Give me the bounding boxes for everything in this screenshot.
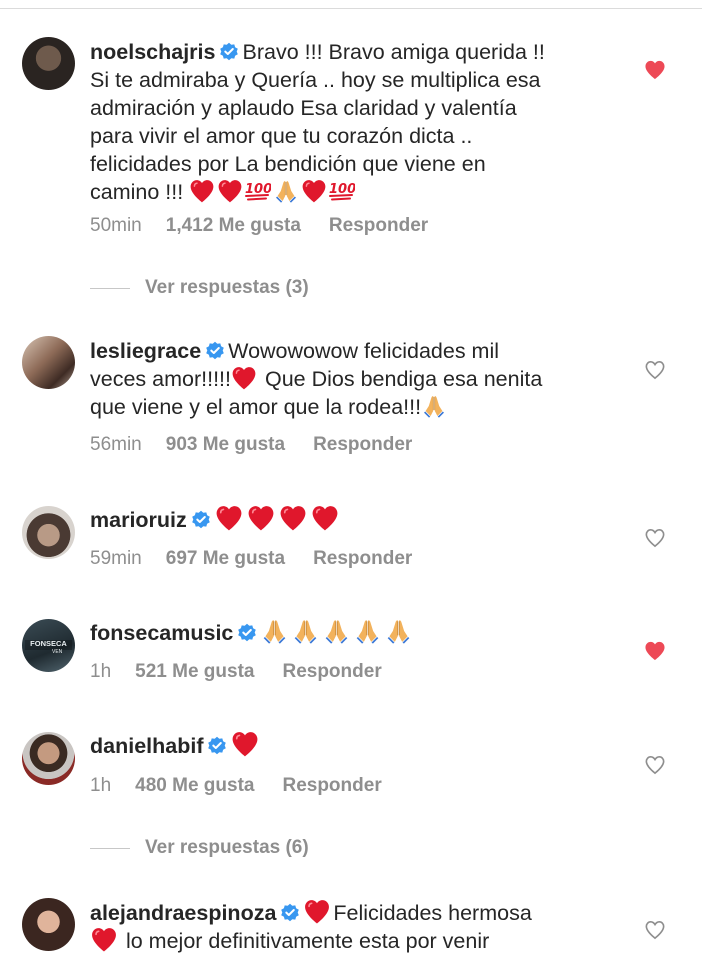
username[interactable]: fonsecamusic bbox=[90, 621, 233, 645]
comment-body: marioruiz bbox=[90, 505, 630, 534]
avatar[interactable] bbox=[22, 898, 75, 951]
avatar-logo: FONSECAVEN bbox=[25, 639, 72, 655]
red-heart-icon bbox=[217, 179, 243, 203]
comment-text: Si te admiraba y Quería .. hoy se multip… bbox=[90, 68, 541, 92]
hundred-points-icon bbox=[329, 179, 355, 203]
like-heart-icon[interactable] bbox=[644, 60, 666, 80]
avatar[interactable]: FONSECA VEN bbox=[22, 619, 75, 672]
username[interactable]: alejandraespinoza bbox=[90, 901, 276, 925]
timestamp: 1h bbox=[90, 661, 112, 682]
like-heart-outline-icon[interactable] bbox=[644, 920, 666, 940]
folded-hands-icon bbox=[384, 618, 413, 644]
verified-badge-icon bbox=[219, 42, 239, 62]
svg-text:FONSECA: FONSECA bbox=[30, 639, 67, 648]
red-heart-icon bbox=[310, 505, 340, 531]
timestamp: 50min bbox=[90, 215, 142, 236]
avatar[interactable] bbox=[22, 37, 75, 90]
folded-hands-icon bbox=[273, 179, 299, 203]
likes-count[interactable]: 521 Me gusta bbox=[135, 661, 254, 682]
comment-body: noelschajris Bravo !!! Bravo amiga querid… bbox=[90, 38, 630, 206]
comment-text: para vivir el amor que tu corazón dicta … bbox=[90, 124, 473, 148]
likes-count[interactable]: 480 Me gusta bbox=[135, 775, 254, 796]
comment-meta: 56min 903 Me gusta Responder bbox=[90, 434, 412, 456]
comment-body: fonsecamusic bbox=[90, 618, 630, 647]
folded-hands-icon bbox=[291, 618, 320, 644]
comment-body: alejandraespinoza Felicidades hermosa lo … bbox=[90, 899, 630, 955]
folded-hands-icon bbox=[353, 618, 382, 644]
username[interactable]: danielhabif bbox=[90, 734, 203, 758]
comment-text: lo mejor definitivamente esta por venir bbox=[120, 929, 490, 953]
view-replies-button[interactable]: Ver respuestas (6) bbox=[90, 837, 309, 859]
like-heart-outline-icon[interactable] bbox=[644, 755, 666, 775]
view-replies-button[interactable]: Ver respuestas (3) bbox=[90, 277, 309, 299]
verified-badge-icon bbox=[205, 341, 225, 361]
likes-count[interactable]: 697 Me gusta bbox=[166, 548, 285, 569]
comment-text: Bravo !!! Bravo amiga querida !! bbox=[242, 40, 545, 64]
verified-badge-icon bbox=[237, 623, 257, 643]
red-heart-icon bbox=[90, 927, 118, 952]
red-heart-icon bbox=[246, 505, 276, 531]
comment-text: Wowowowow felicidades mil bbox=[228, 339, 500, 363]
comment-body: danielhabif bbox=[90, 731, 630, 760]
comment-text: Que Dios bendiga esa nenita bbox=[259, 367, 543, 391]
red-heart-icon bbox=[214, 505, 244, 531]
red-heart-icon bbox=[278, 505, 308, 531]
view-replies-label: Ver respuestas (6) bbox=[145, 837, 309, 858]
avatar[interactable] bbox=[22, 506, 75, 559]
svg-text:VEN: VEN bbox=[52, 649, 63, 655]
comment-text: Felicidades hermosa bbox=[333, 901, 532, 925]
comment-text: que viene y el amor que la rodea!!! bbox=[90, 395, 422, 419]
reply-button[interactable]: Responder bbox=[282, 775, 381, 796]
view-replies-label: Ver respuestas (3) bbox=[145, 277, 309, 298]
comment-text: veces amor!!!!! bbox=[90, 367, 231, 391]
folded-hands-icon bbox=[322, 618, 351, 644]
comment-meta: 1h 480 Me gusta Responder bbox=[90, 775, 382, 797]
like-heart-outline-icon[interactable] bbox=[644, 360, 666, 380]
like-heart-icon[interactable] bbox=[644, 641, 666, 661]
avatar[interactable] bbox=[22, 732, 75, 785]
red-heart-icon bbox=[231, 366, 257, 390]
verified-badge-icon bbox=[280, 903, 300, 923]
reply-button[interactable]: Responder bbox=[329, 215, 428, 236]
red-heart-icon bbox=[303, 899, 331, 924]
comment-text: admiración y aplaudo Esa claridad y vale… bbox=[90, 96, 517, 120]
likes-count[interactable]: 903 Me gusta bbox=[166, 434, 285, 455]
like-heart-outline-icon[interactable] bbox=[644, 528, 666, 548]
divider bbox=[90, 287, 130, 289]
username[interactable]: lesliegrace bbox=[90, 339, 201, 363]
comment-meta: 50min 1,412 Me gusta Responder bbox=[90, 215, 428, 237]
reply-button[interactable]: Responder bbox=[313, 548, 412, 569]
folded-hands-icon bbox=[421, 394, 447, 418]
red-heart-icon bbox=[301, 179, 327, 203]
username[interactable]: marioruiz bbox=[90, 508, 187, 532]
folded-hands-icon bbox=[260, 618, 289, 644]
comment-meta: 1h 521 Me gusta Responder bbox=[90, 661, 382, 683]
divider bbox=[90, 847, 130, 849]
comment-body: lesliegrace Wowowowow felicidades mil vec… bbox=[90, 337, 630, 421]
divider bbox=[0, 8, 702, 9]
red-heart-icon bbox=[230, 731, 260, 757]
red-heart-icon bbox=[189, 179, 215, 203]
timestamp: 1h bbox=[90, 775, 112, 796]
comment-meta: 59min 697 Me gusta Responder bbox=[90, 548, 412, 570]
username[interactable]: noelschajris bbox=[90, 40, 215, 64]
hundred-points-icon bbox=[245, 179, 271, 203]
avatar[interactable] bbox=[22, 336, 75, 389]
timestamp: 56min bbox=[90, 434, 142, 455]
timestamp: 59min bbox=[90, 548, 142, 569]
likes-count[interactable]: 1,412 Me gusta bbox=[166, 215, 301, 236]
comment-text: felicidades por La bendición que viene e… bbox=[90, 152, 486, 176]
verified-badge-icon bbox=[207, 736, 227, 756]
reply-button[interactable]: Responder bbox=[313, 434, 412, 455]
comment-text: camino !!! bbox=[90, 180, 190, 204]
verified-badge-icon bbox=[191, 510, 211, 530]
reply-button[interactable]: Responder bbox=[282, 661, 381, 682]
